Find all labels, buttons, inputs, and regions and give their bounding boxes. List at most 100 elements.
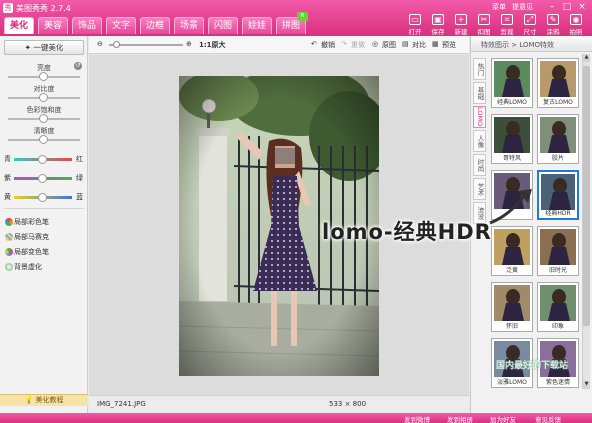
contrast-knob[interactable] [39, 93, 48, 102]
local-mosaic[interactable]: 局部马赛克 [14, 232, 49, 242]
yellow-blue-knob[interactable] [38, 193, 47, 202]
sharpness-knob[interactable] [39, 135, 48, 144]
redo-button[interactable]: 重做 [351, 40, 365, 50]
compare-button[interactable]: 对比 [412, 40, 426, 50]
scroll-thumb[interactable] [583, 66, 590, 326]
feedback-bottom-link[interactable]: 意见反馈 [535, 414, 561, 423]
tab-collage[interactable]: 拼图 N [276, 12, 308, 34]
cyan-red-knob[interactable] [38, 155, 47, 164]
effect-thumbnail[interactable]: 哥特风 [491, 114, 533, 164]
redo-icon: ↷ [341, 40, 347, 48]
cyan-red-slider[interactable] [14, 155, 72, 164]
effect-thumbnail[interactable]: 经典LOMO [491, 58, 533, 108]
tool-resize[interactable]: ⤢ 尺寸 [520, 14, 540, 36]
category-hot[interactable]: 热门 [473, 58, 486, 80]
camera-icon: ◉ [570, 14, 582, 25]
effect-preview-image [540, 117, 576, 153]
scroll-up-icon[interactable]: ▲ [583, 54, 590, 62]
tab-beauty[interactable]: 美容 [38, 17, 68, 34]
purple-green-knob[interactable] [38, 174, 47, 183]
tab-scene[interactable]: 场景 [174, 17, 204, 34]
brush-icon: ✎ [547, 14, 559, 25]
wand-icon: ✦ [24, 43, 31, 52]
zoom-out-icon[interactable]: ⊖ [97, 40, 103, 48]
tool-new-label: 新建 [454, 28, 468, 36]
save-icon: ▣ [432, 14, 444, 25]
yellow-blue-slider[interactable] [14, 193, 72, 202]
blur-icon [5, 263, 13, 271]
tab-accessories[interactable]: 饰品 [72, 17, 102, 34]
app-logo-icon: 秀 [3, 3, 13, 13]
zoom-slider[interactable] [109, 41, 183, 48]
tutorial-label: 美化教程 [35, 396, 64, 404]
effect-thumbnail[interactable]: 印象 [537, 282, 579, 332]
tab-doll[interactable]: 娃娃 [242, 17, 272, 34]
category-portrait[interactable]: 人像 [473, 130, 486, 152]
tool-crop-label: 剪裁 [500, 28, 514, 36]
tool-open-label: 打开 [408, 28, 422, 36]
tool-cutout[interactable]: ✂ 扣图 [474, 14, 494, 36]
preview-icon: ▦ [432, 40, 439, 48]
share-weibo-link[interactable]: 发到微博 [404, 414, 430, 423]
saturation-slider[interactable] [8, 114, 80, 123]
one-click-label: 一键美化 [33, 43, 64, 52]
resize-icon: ⤢ [524, 14, 536, 25]
effect-thumbnail[interactable]: 胶片 [537, 114, 579, 164]
tab-flash[interactable]: 闪图 [208, 17, 238, 34]
local-recolor-brush[interactable]: 局部变色笔 [14, 247, 49, 257]
effects-scrollbar[interactable]: ▲ ▼ [582, 54, 590, 389]
undo-button[interactable]: 撤销 [321, 40, 335, 50]
bulb-icon: 💡 [24, 396, 34, 404]
scroll-down-icon[interactable]: ▼ [583, 381, 590, 389]
close-button[interactable]: × [575, 1, 589, 13]
tab-beautify[interactable]: 美化 [4, 17, 34, 34]
brightness-slider[interactable] [8, 72, 80, 81]
effect-thumbnail[interactable]: 怀旧 [491, 282, 533, 332]
channel-yellow-label: 黄 [4, 193, 11, 201]
one-click-beautify-button[interactable]: ✦ 一键美化 [4, 40, 84, 55]
effect-thumbnail[interactable]: 经典HDR [537, 170, 579, 220]
saturation-knob[interactable] [39, 114, 48, 123]
category-basic[interactable]: 基础 [473, 82, 486, 104]
category-lomo[interactable]: LOMO [473, 106, 486, 128]
effect-preview-image [494, 117, 530, 153]
original-button[interactable]: 原图 [382, 40, 396, 50]
original-icon: ◎ [372, 40, 379, 48]
tab-text[interactable]: 文字 [106, 17, 136, 34]
annotation-text: lomo-经典HDR [322, 220, 492, 244]
sharpness-slider[interactable] [8, 135, 80, 144]
channel-green-label: 绿 [76, 174, 83, 182]
tool-camera[interactable]: ◉ 拍照 [566, 14, 586, 36]
tool-new[interactable]: + 新建 [451, 14, 471, 36]
tab-border[interactable]: 边框 [140, 17, 170, 34]
feedback-link[interactable]: 提意见 [512, 2, 533, 12]
actual-size-button[interactable]: 1:1原大 [199, 40, 226, 50]
brightness-knob[interactable] [39, 72, 48, 81]
beautify-tutorial-button[interactable]: 💡 美化教程 [0, 394, 88, 406]
purple-green-slider[interactable] [14, 174, 72, 183]
reset-icon[interactable]: ↺ [74, 62, 82, 70]
local-color-brush[interactable]: 局部彩色笔 [14, 217, 49, 227]
tool-doodle[interactable]: ✎ 涂鸦 [543, 14, 563, 36]
contrast-slider[interactable] [8, 93, 80, 102]
zoom-in-icon[interactable]: ⊕ [186, 40, 192, 48]
effect-thumbnail[interactable]: 复古LOMO [537, 58, 579, 108]
effect-preview-image [494, 285, 530, 321]
effect-label: 经典LOMO [497, 99, 527, 106]
tool-open[interactable]: ▭ 打开 [405, 14, 425, 36]
category-fashion[interactable]: 时尚 [473, 154, 486, 176]
add-friend-link[interactable]: 加为好友 [490, 414, 516, 423]
new-badge: N [297, 12, 308, 21]
minimize-button[interactable]: – [545, 1, 559, 13]
background-blur[interactable]: 背景虚化 [14, 262, 42, 272]
bottom-bar: 发到微博 发到相册 加为好友 意见反馈 [0, 413, 592, 423]
tool-crop[interactable]: ⌗ 剪裁 [497, 14, 517, 36]
canvas-toolbar: ⊖ ⊕ 1:1原大 ↶ 撤销 ↷ 重做 ◎ 原图 ▤ 对比 ▦ 预览 [89, 36, 469, 54]
status-bar: IMG_7241.JPG 533 × 800 [89, 395, 469, 412]
zoom-knob[interactable] [113, 41, 120, 48]
menu-link[interactable]: 菜单 [492, 2, 506, 12]
preview-button[interactable]: 预览 [442, 40, 456, 50]
tool-save[interactable]: ▣ 保存 [428, 14, 448, 36]
maximize-button[interactable]: □ [560, 1, 574, 13]
share-album-link[interactable]: 发到相册 [447, 414, 473, 423]
